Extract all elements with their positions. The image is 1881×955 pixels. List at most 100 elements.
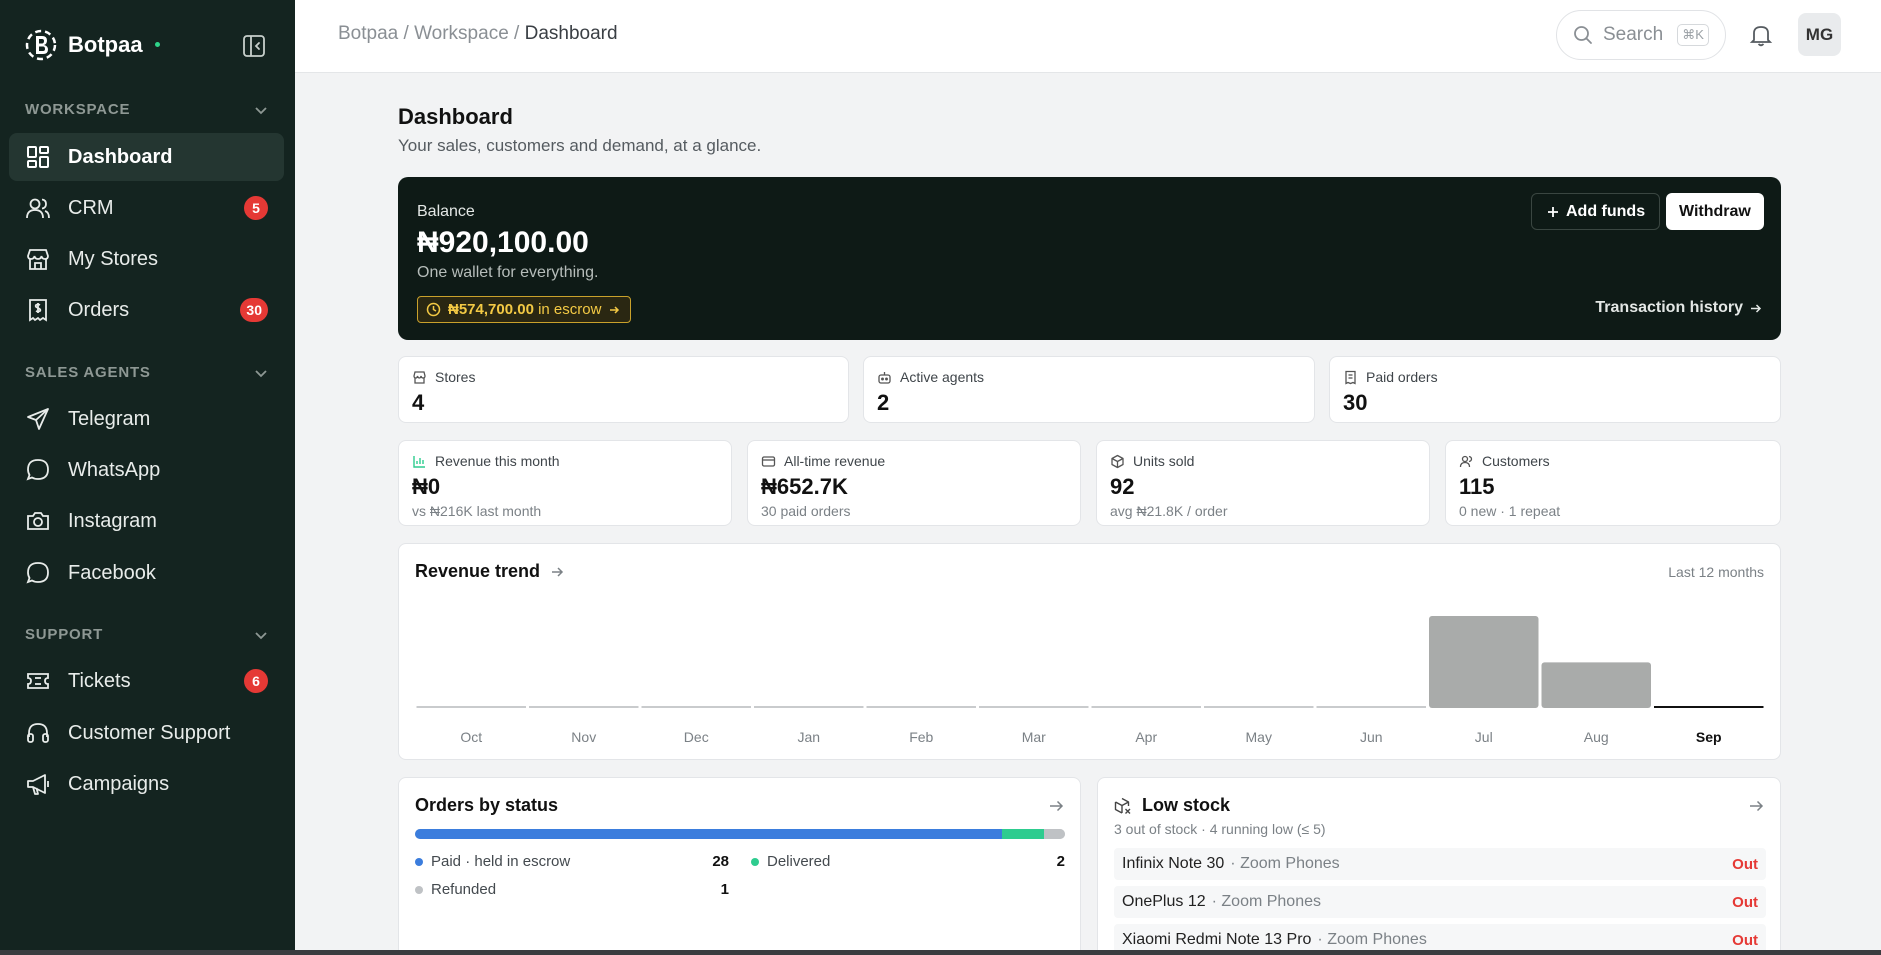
stat-label-text: All-time revenue — [784, 453, 886, 469]
search-input[interactable]: Search ⌘K — [1556, 10, 1726, 60]
stat-label-text: Customers — [1482, 453, 1550, 469]
sidebar-item-tickets[interactable]: Tickets 6 — [9, 657, 284, 705]
chart-bar-jul[interactable] — [1429, 616, 1539, 708]
revenue-trend-card: Revenue trend Last 12 months Oct Nov Dec Ja… — [398, 543, 1781, 760]
topbar: Botpaa / Workspace / Dashboard Search ⌘K… — [295, 0, 1881, 73]
chart-bar-dec[interactable] — [641, 706, 752, 708]
brand[interactable]: Botpaa — [24, 28, 160, 62]
revenue-trend-title[interactable]: Revenue trend — [415, 561, 564, 582]
sidebar-item-campaigns[interactable]: Campaigns — [9, 760, 284, 808]
chart-bar-may[interactable] — [1204, 706, 1314, 708]
stat-card-stores[interactable]: Stores 4 — [398, 356, 849, 423]
low-stock-title: Low stock — [1114, 795, 1230, 816]
arrow-right-icon — [552, 566, 564, 577]
search-shortcut: ⌘K — [1677, 24, 1709, 46]
status-bar-segment — [1002, 829, 1045, 839]
legend-paid: Paid · held in escrow — [415, 853, 570, 870]
status-bar-segment — [1044, 829, 1065, 839]
sidebar-item-label: CRM — [68, 196, 114, 219]
chart-x-label: Aug — [1583, 729, 1609, 745]
revenue-trend-range: Last 12 months — [1668, 564, 1764, 580]
transaction-history-link[interactable]: Transaction history — [1595, 299, 1762, 317]
sidebar-item-dashboard[interactable]: Dashboard — [9, 133, 284, 181]
store-icon — [27, 249, 49, 270]
arrow-right-icon[interactable] — [1048, 798, 1064, 814]
window-bottom-edge — [0, 950, 1881, 955]
legend-label: Paid · held in escrow — [431, 853, 571, 870]
sidebar-item-telegram[interactable]: Telegram — [9, 395, 284, 443]
chevron-down-icon — [255, 369, 267, 377]
balance-card: Balance ₦920,100.00 One wallet for every… — [398, 177, 1781, 340]
chart-bar-sep[interactable] — [1654, 706, 1764, 708]
sidebar-item-instagram[interactable]: Instagram — [9, 497, 284, 545]
breadcrumb-item[interactable]: Workspace — [414, 23, 509, 44]
chart-bar-nov[interactable] — [529, 706, 639, 708]
legend-count-delivered: 2 — [1056, 853, 1065, 870]
chart-x-label: Jun — [1359, 729, 1383, 745]
stat-card-paid-orders[interactable]: Paid orders 30 — [1329, 356, 1781, 423]
status-bar-segment — [415, 829, 1003, 839]
balance-label: Balance — [417, 203, 475, 220]
chart-bar-jun[interactable] — [1316, 706, 1427, 708]
section-title: WORKSPACE — [25, 101, 131, 118]
avatar[interactable]: MG — [1798, 13, 1841, 56]
escrow-badge[interactable]: ₦574,700.00 in escrow — [417, 296, 632, 323]
chart-bar-oct[interactable] — [416, 706, 527, 708]
sidebar-item-orders[interactable]: Orders 30 — [9, 286, 284, 334]
collapse-sidebar-icon[interactable] — [240, 33, 268, 59]
stat-value: 4 — [412, 390, 425, 415]
orders-by-status-card: Orders by status Paid · held in escrow 2… — [398, 777, 1081, 955]
stat-card-active-agents[interactable]: Active agents 2 — [863, 356, 1315, 423]
stat-label-text: Units sold — [1133, 453, 1195, 469]
legend-refunded: Refunded — [415, 881, 496, 898]
legend-label: Refunded — [431, 881, 497, 898]
robot-icon — [878, 371, 891, 384]
breadcrumb-separator: / — [514, 23, 520, 44]
stat-card-all-time-revenue[interactable]: All-time revenue ₦652.7K 30 paid orders — [747, 440, 1081, 526]
section-support[interactable]: SUPPORT — [25, 626, 268, 643]
breadcrumb-current: Dashboard — [524, 23, 618, 44]
balance-subtitle: One wallet for everything. — [417, 264, 599, 281]
chart-bar-feb[interactable] — [866, 706, 977, 708]
orders-count-badge: 30 — [240, 298, 268, 322]
sidebar-item-crm[interactable]: CRM 5 — [9, 184, 284, 232]
stat-sub: avg ₦21.8K / order — [1110, 503, 1228, 519]
bell-icon[interactable] — [1748, 22, 1774, 48]
stat-label-text: Stores — [435, 369, 476, 385]
page-title: Dashboard — [398, 104, 513, 129]
users-icon — [26, 198, 50, 219]
section-workspace[interactable]: WORKSPACE — [25, 101, 268, 118]
low-stock-row[interactable]: OnePlus 12 · Zoom Phones Out — [1114, 886, 1766, 918]
stat-card-units-sold[interactable]: Units sold 92 avg ₦21.8K / order — [1096, 440, 1430, 526]
stat-sub: vs ₦216K last month — [412, 503, 542, 519]
section-sales-agents[interactable]: SALES AGENTS — [25, 364, 268, 381]
stock-status: Out — [1732, 855, 1758, 873]
crm-count-badge: 5 — [244, 196, 268, 220]
withdraw-button[interactable]: Withdraw — [1666, 193, 1764, 230]
sidebar-item-facebook[interactable]: Facebook — [9, 549, 284, 597]
sidebar-item-my-stores[interactable]: My Stores — [9, 235, 284, 283]
stat-card-revenue-this-month[interactable]: Revenue this month ₦0 vs ₦216K last mont… — [398, 440, 732, 526]
sidebar-item-label: Tickets — [68, 669, 131, 692]
product-name: Xiaomi Redmi Note 13 Pro — [1122, 931, 1312, 948]
low-stock-row[interactable]: Infinix Note 30 · Zoom Phones Out — [1114, 848, 1766, 880]
add-funds-button[interactable]: Add funds — [1531, 193, 1661, 230]
chart-x-label: Dec — [683, 729, 709, 745]
arrow-right-icon[interactable] — [1748, 798, 1764, 814]
chart-bar-apr[interactable] — [1091, 706, 1202, 708]
stock-status: Out — [1732, 931, 1758, 949]
sidebar-item-whatsapp[interactable]: WhatsApp — [9, 446, 284, 494]
breadcrumb-item[interactable]: Botpaa — [338, 23, 398, 44]
receipt-icon — [29, 299, 47, 322]
stock-status: Out — [1732, 893, 1758, 911]
chart-bar-mar[interactable] — [979, 706, 1089, 708]
stat-label: Paid orders — [1343, 369, 1438, 385]
chart-bar-aug[interactable] — [1541, 662, 1652, 708]
ticket-icon — [27, 673, 49, 689]
product-name: Infinix Note 30 — [1122, 855, 1225, 872]
stat-card-customers[interactable]: Customers 115 0 new · 1 repeat — [1445, 440, 1781, 526]
sidebar-item-customer-support[interactable]: Customer Support — [9, 709, 284, 757]
stat-label: Units sold — [1110, 453, 1194, 469]
legend-count-refunded: 1 — [720, 881, 729, 898]
chart-bar-jan[interactable] — [754, 706, 864, 708]
